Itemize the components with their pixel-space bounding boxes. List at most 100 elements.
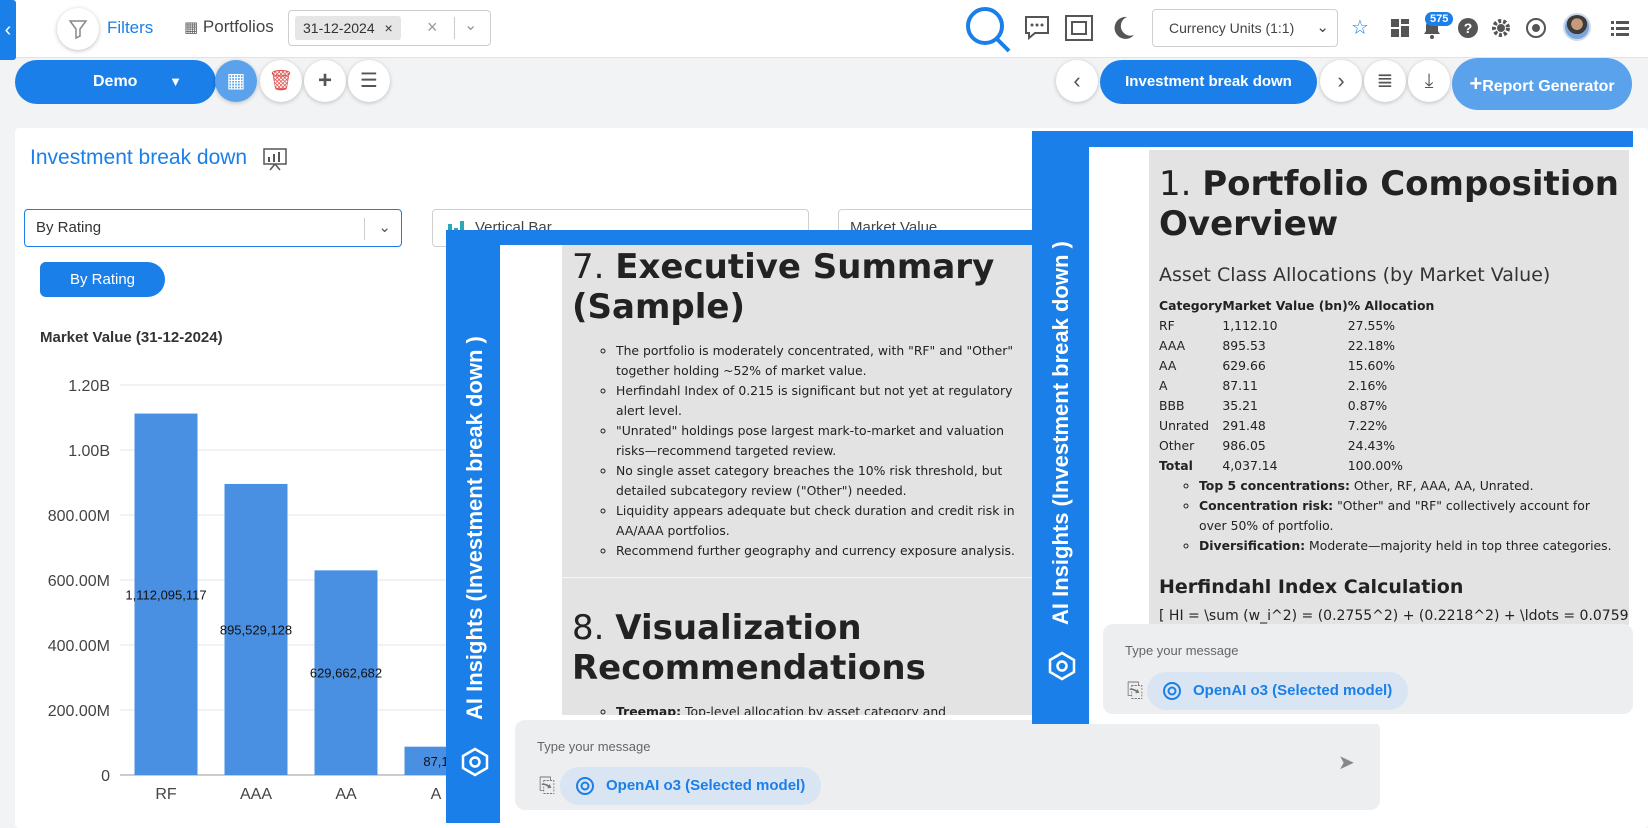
panel-left-document[interactable]: 7. Executive Summary (Sample) The portfo…: [562, 245, 1032, 715]
data-label: 87,1: [423, 754, 448, 769]
clear-icon[interactable]: ×: [427, 17, 438, 38]
panel-vertical-title: AI Insights (Investment break down ): [1048, 241, 1073, 625]
y-tick-label: 600.00M: [48, 573, 110, 590]
x-tick-label: AA: [335, 786, 357, 800]
list-item: The portfolio is moderately concentrated…: [616, 341, 1022, 381]
calendar-icon: ▦: [226, 70, 246, 92]
message-composer-left: Type your message ⎘ OpenAI o3 (Selected …: [515, 720, 1380, 810]
summary-bullets: The portfolio is moderately concentrated…: [572, 341, 1022, 561]
list-item: Treemap: Top-level allocation by asset c…: [616, 702, 1022, 715]
composition-bullets: Top 5 concentrations: Other, RF, AAA, AA…: [1159, 476, 1619, 556]
delete-button[interactable]: 🗑: [260, 60, 302, 102]
y-tick-label: 400.00M: [48, 638, 110, 655]
model-label: OpenAI o3 (Selected model): [606, 777, 806, 794]
x-tick-label: RF: [155, 786, 177, 800]
chat-icon[interactable]: [1023, 15, 1051, 41]
y-tick-label: 1.20B: [68, 378, 110, 395]
help-icon[interactable]: ?: [1457, 17, 1479, 39]
message-input[interactable]: Type your message: [537, 739, 650, 754]
view-name-button[interactable]: Investment break down: [1100, 60, 1317, 104]
sidebar-toggle-button[interactable]: ‹: [0, 0, 16, 60]
message-composer-right: Type your message ⎘ OpenAI o3 (Selected …: [1103, 624, 1633, 714]
chip-remove-icon[interactable]: ×: [384, 16, 392, 40]
filter-button[interactable]: [57, 8, 99, 50]
viz-bullets: Treemap: Top-level allocation by asset c…: [572, 702, 1022, 715]
table-header-row: Category Market Value (bn) % Allocation: [1159, 296, 1434, 316]
table-row: Other 986.05 24.43%: [1159, 438, 1396, 453]
page-title: Investment break down: [30, 146, 248, 169]
chevron-down-icon: ⌄: [378, 219, 391, 236]
previous-view-button[interactable]: ‹: [1056, 60, 1098, 102]
trash-icon: 🗑: [268, 70, 294, 92]
data-label: 895,529,128: [220, 622, 292, 637]
section-divider: [562, 577, 1032, 578]
date-select[interactable]: 31-12-2024 × × ⌄: [288, 10, 491, 46]
portfolios-label: Portfolios: [202, 17, 274, 36]
screen-capture-icon[interactable]: [1063, 13, 1095, 43]
add-button[interactable]: +: [304, 60, 346, 102]
message-input[interactable]: Type your message: [1125, 643, 1238, 658]
chevron-down-icon[interactable]: ⌄: [464, 15, 477, 35]
table-header: Category: [1159, 298, 1223, 313]
calendar-button[interactable]: ▦: [215, 60, 257, 102]
table-row: AAA 895.53 22.18%: [1159, 338, 1396, 353]
table-row: Unrated 291.48 7.22%: [1159, 418, 1388, 433]
openai-icon: [1163, 682, 1181, 700]
plus-icon: +: [1469, 71, 1483, 96]
search-icon[interactable]: [965, 6, 1013, 54]
data-label: 629,662,682: [310, 666, 382, 681]
model-selector-button[interactable]: OpenAI o3 (Selected model): [1147, 672, 1409, 710]
currency-value: Currency Units (1:1): [1169, 20, 1295, 36]
x-tick-label: AAA: [240, 786, 272, 800]
select-divider: [454, 17, 455, 39]
group-toggle-button[interactable]: By Rating: [40, 262, 165, 297]
chevron-left-icon: ‹: [4, 19, 12, 41]
attachment-icon[interactable]: ⎘: [539, 775, 555, 798]
panel-right-document[interactable]: 1. Portfolio Composition Overview Asset …: [1149, 150, 1629, 625]
model-label: OpenAI o3 (Selected model): [1193, 682, 1393, 699]
select-divider: [364, 218, 365, 240]
send-icon[interactable]: ➤: [1338, 750, 1355, 775]
target-icon[interactable]: [1525, 17, 1547, 39]
date-chip-label: 31-12-2024: [303, 20, 375, 36]
presentation-chart-icon[interactable]: [262, 146, 288, 172]
attachment-icon[interactable]: ⎘: [1127, 680, 1143, 703]
list-view-button[interactable]: ☰: [348, 60, 390, 102]
gear-icon[interactable]: [1490, 17, 1512, 39]
moon-icon[interactable]: [1109, 14, 1137, 42]
ai-hexagon-icon[interactable]: [460, 747, 490, 777]
star-icon[interactable]: ☆: [1351, 15, 1369, 40]
model-selector-button[interactable]: OpenAI o3 (Selected model): [560, 767, 822, 805]
next-view-button[interactable]: ›: [1320, 60, 1362, 102]
portfolio-dropdown-button[interactable]: Demo ▼: [15, 60, 216, 104]
list-menu-icon[interactable]: [1610, 18, 1630, 38]
table-row: A 87.11 2.16%: [1159, 378, 1388, 393]
notification-badge: 575: [1425, 12, 1454, 26]
data-label: 1,112,095,117: [125, 587, 206, 602]
filters-link[interactable]: Filters: [107, 18, 153, 38]
list-item: Diversification: Moderate—majority held …: [1199, 536, 1619, 556]
section-1-heading: 1. Portfolio Composition Overview: [1159, 164, 1620, 244]
plus-icon: +: [317, 67, 332, 94]
date-chip: 31-12-2024 ×: [295, 16, 401, 40]
group-by-select[interactable]: By Rating ⌄: [24, 209, 402, 247]
report-generator-button[interactable]: +Report Generator: [1452, 58, 1632, 110]
y-tick-label: 0: [101, 768, 110, 785]
currency-select[interactable]: Currency Units (1:1) ⌄: [1152, 9, 1338, 47]
panel-vertical-title: AI Insights (Investment break down ): [462, 336, 487, 720]
portfolios-link[interactable]: ▦ Portfolios: [184, 17, 274, 37]
settings-list-button[interactable]: ≣: [1364, 60, 1406, 102]
ai-hexagon-icon[interactable]: [1047, 651, 1077, 681]
table-header: Market Value (bn): [1222, 298, 1348, 313]
avatar[interactable]: [1563, 13, 1591, 41]
dashboard-icon[interactable]: [1390, 18, 1410, 38]
list-item: "Unrated" holdings pose largest mark-to-…: [616, 421, 1022, 461]
list-item: Recommend further geography and currency…: [616, 541, 1022, 561]
download-button[interactable]: ⤓: [1408, 60, 1450, 102]
chevron-down-icon: ⌄: [1316, 19, 1329, 36]
table-row: BBB 35.21 0.87%: [1159, 398, 1388, 413]
chevron-right-icon: ›: [1337, 68, 1345, 93]
y-tick-label: 1.00B: [68, 443, 110, 460]
table-row: AA 629.66 15.60%: [1159, 358, 1396, 373]
table-total-row: Total 4,037.14 100.00%: [1159, 458, 1403, 473]
